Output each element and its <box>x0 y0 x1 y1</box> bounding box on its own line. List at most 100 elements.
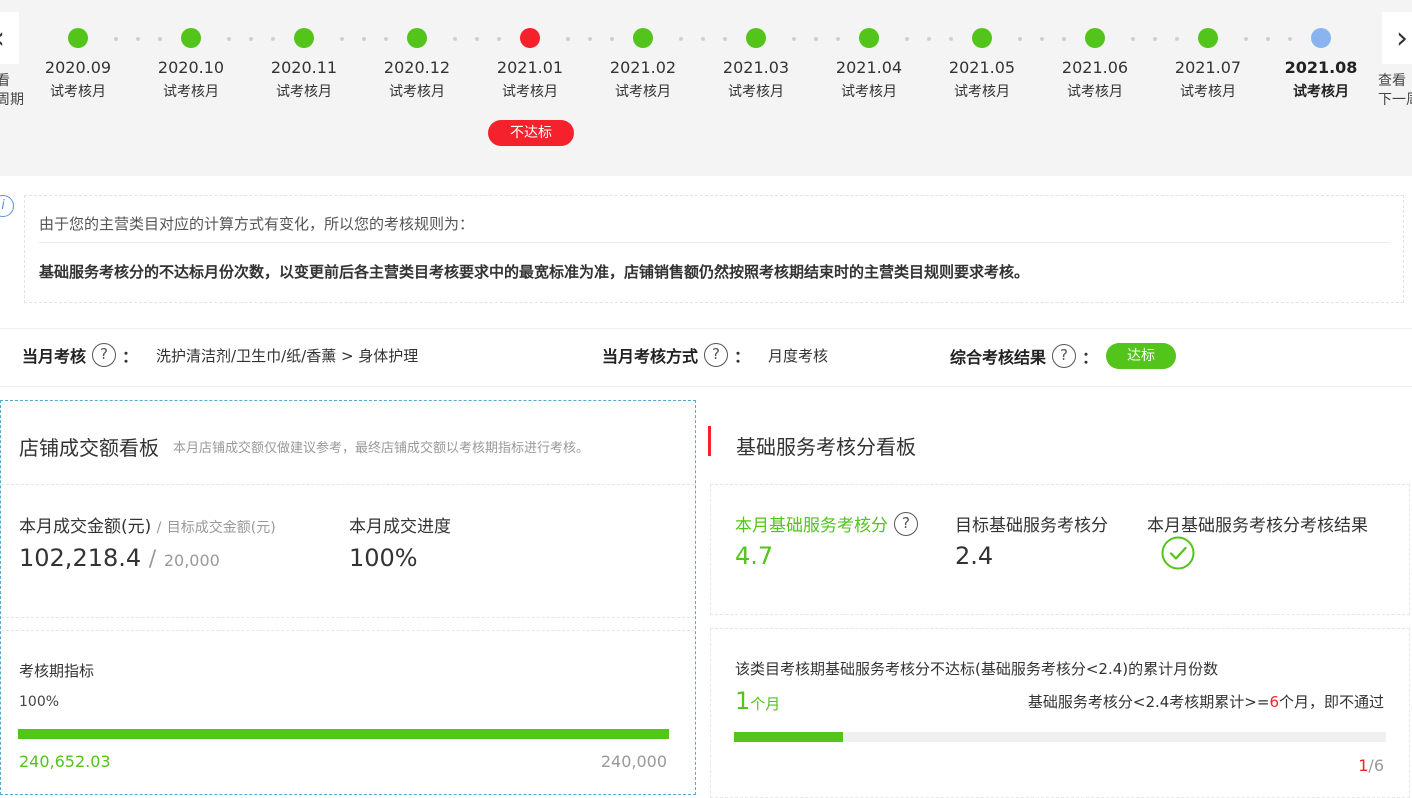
target-score-label: 目标基础服务考核分 <box>955 516 1108 536</box>
timeline-separator-dot <box>792 37 796 41</box>
overall-result-label: 综合考核结果 <box>950 348 1047 367</box>
score-result-label: 本月基础服务考核分考核结果 <box>1147 516 1368 536</box>
timeline-month[interactable]: 2021.02 试考核月 <box>598 28 688 102</box>
period-current-value: 240,652.03 <box>19 752 111 771</box>
assessment-method: 当月考核方式 ? ： 月度考核 <box>602 343 829 367</box>
timeline-month[interactable]: 2021.05 试考核月 <box>937 28 1027 102</box>
divider <box>39 242 1389 243</box>
notice-rule: 基础服务考核分的不达标月份次数，以变更前后各主营类目考核要求中的最宽标准为准，店… <box>39 263 1030 281</box>
month-date: 2020.12 <box>383 58 451 77</box>
month-label: 试考核月 <box>615 84 671 100</box>
timeline-month[interactable]: 2021.04 试考核月 <box>824 28 914 102</box>
status-dot <box>746 28 766 48</box>
cumulative-fail-rule: 基础服务考核分<2.4考核期累计>=6个月，即不通过 <box>1027 693 1384 711</box>
assessment-method-value: 月度考核 <box>768 346 829 365</box>
timeline: ‹ 看 周期 2020.09 试考核月 2020.10 试考核月 2020.11 试考核月… <box>0 0 1412 176</box>
current-assessment-label: 当月考核 <box>22 347 87 366</box>
help-icon[interactable]: ? <box>894 511 918 536</box>
status-dot <box>859 28 879 48</box>
timeline-separator-dot <box>1018 37 1022 41</box>
target-amount-value: 20,000 <box>163 551 220 570</box>
prev-period-button[interactable]: ‹ <box>0 12 19 64</box>
help-icon[interactable]: ? <box>704 343 729 367</box>
timeline-separator-dot <box>1244 37 1248 41</box>
title-accent <box>708 426 711 456</box>
timeline-month[interactable]: 2021.07 试考核月 <box>1163 28 1253 102</box>
status-dot <box>972 28 992 48</box>
timeline-month[interactable]: 2021.03 试考核月 <box>711 28 801 102</box>
status-dot <box>520 28 540 48</box>
cumulative-fail-card: 该类目考核期基础服务考核分不达标(基础服务考核分<2.4)的累计月份数 1个月 … <box>710 628 1410 798</box>
service-score-dashboard: 基础服务考核分看板 本月基础服务考核分 ? 4.7 目标基础服务考核分 2.4 … <box>708 400 1412 798</box>
help-icon[interactable]: ? <box>92 343 117 367</box>
help-icon[interactable]: ? <box>1052 344 1077 368</box>
status-dot <box>1311 28 1331 48</box>
timeline-month[interactable]: 2020.12 试考核月 <box>372 28 462 102</box>
timeline-separator-dot <box>679 37 683 41</box>
monthly-progress-label: 本月成交进度 <box>349 517 451 537</box>
check-circle-icon <box>1161 536 1195 570</box>
chevron-right-icon: › <box>1396 20 1408 56</box>
next-period-button[interactable]: › <box>1382 12 1412 64</box>
period-progress-bar <box>18 729 669 739</box>
month-date: 2021.06 <box>1061 58 1129 77</box>
status-dot <box>181 28 201 48</box>
month-date: 2021.04 <box>835 58 903 77</box>
current-assessment-value: 洗护清洁剂/卫生巾/纸/香薰 > 身体护理 <box>156 346 419 365</box>
timeline-separator-dot <box>453 37 457 41</box>
status-dot <box>1198 28 1218 48</box>
next-period-label[interactable]: 查看 下一周 <box>1378 72 1412 110</box>
monthly-amount-value: 102,218.4 / 20,000 <box>19 544 220 572</box>
divider <box>1 484 695 485</box>
service-dashboard-title: 基础服务考核分看板 <box>736 435 916 459</box>
divider <box>1 617 695 618</box>
month-label: 试考核月 <box>841 84 897 100</box>
month-label: 试考核月 <box>276 84 332 100</box>
current-assessment: 当月考核 ? ： 洗护清洁剂/卫生巾/纸/香薰 > 身体护理 <box>22 343 419 367</box>
status-dot <box>294 28 314 48</box>
month-label: 试考核月 <box>1180 84 1236 100</box>
cumulative-fail-value: 1个月 <box>735 687 781 715</box>
prev-period-label[interactable]: 看 周期 <box>0 72 24 110</box>
summary-bar: 当月考核 ? ： 洗护清洁剂/卫生巾/纸/香薰 > 身体护理 当月考核方式 ? … <box>0 328 1412 387</box>
month-label: 试考核月 <box>389 84 445 100</box>
timeline-separator-dot <box>136 37 140 41</box>
month-date: 2020.10 <box>157 58 225 77</box>
timeline-separator-dot <box>1131 37 1135 41</box>
monthly-score-label: 本月基础服务考核分 ? <box>735 511 918 536</box>
month-label: 试考核月 <box>1293 84 1349 100</box>
sales-dashboard-title: 店铺成交额看板 <box>19 436 159 460</box>
notice-intro: 由于您的主营类目对应的计算方式有变化，所以您的考核规则为： <box>39 215 475 233</box>
month-label: 试考核月 <box>728 84 784 100</box>
month-label: 试考核月 <box>954 84 1010 100</box>
cumulative-progress-bar <box>734 732 1386 742</box>
fail-badge: 不达标 <box>488 120 574 146</box>
month-label: 试考核月 <box>50 84 106 100</box>
month-date: 2020.11 <box>270 58 338 77</box>
period-target-value: 240,000 <box>600 752 667 771</box>
timeline-separator-dot <box>1153 37 1157 41</box>
month-label: 试考核月 <box>1067 84 1123 100</box>
sales-dashboard: 店铺成交额看板 本月店铺成交额仅做建议参考，最终店铺成交额以考核期指标进行考核。… <box>0 400 696 795</box>
chevron-left-icon: ‹ <box>0 21 5 56</box>
monthly-score-value: 4.7 <box>735 542 774 570</box>
period-percent: 100% <box>19 694 60 710</box>
month-date: 2021.01 <box>496 58 564 77</box>
timeline-month[interactable]: 2020.09 试考核月 <box>33 28 123 102</box>
timeline-separator-dot <box>1266 37 1270 41</box>
target-amount-label: 目标成交金额(元) <box>166 520 276 536</box>
timeline-month[interactable]: 2021.08 试考核月 <box>1276 28 1366 102</box>
month-date: 2021.02 <box>609 58 677 77</box>
timeline-month[interactable]: 2021.06 试考核月 <box>1050 28 1140 102</box>
timeline-separator-dot <box>814 37 818 41</box>
timeline-month[interactable]: 2020.10 试考核月 <box>146 28 236 102</box>
rule-notice: 由于您的主营类目对应的计算方式有变化，所以您的考核规则为： 基础服务考核分的不达… <box>24 195 1404 303</box>
cumulative-count: 1/6 <box>1358 756 1384 775</box>
timeline-separator-dot <box>362 37 366 41</box>
month-date: 2021.07 <box>1174 58 1242 77</box>
timeline-month[interactable]: 2021.01 试考核月 <box>485 28 575 102</box>
timeline-separator-dot <box>905 37 909 41</box>
month-label: 试考核月 <box>163 84 219 100</box>
timeline-separator-dot <box>701 37 705 41</box>
timeline-month[interactable]: 2020.11 试考核月 <box>259 28 349 102</box>
